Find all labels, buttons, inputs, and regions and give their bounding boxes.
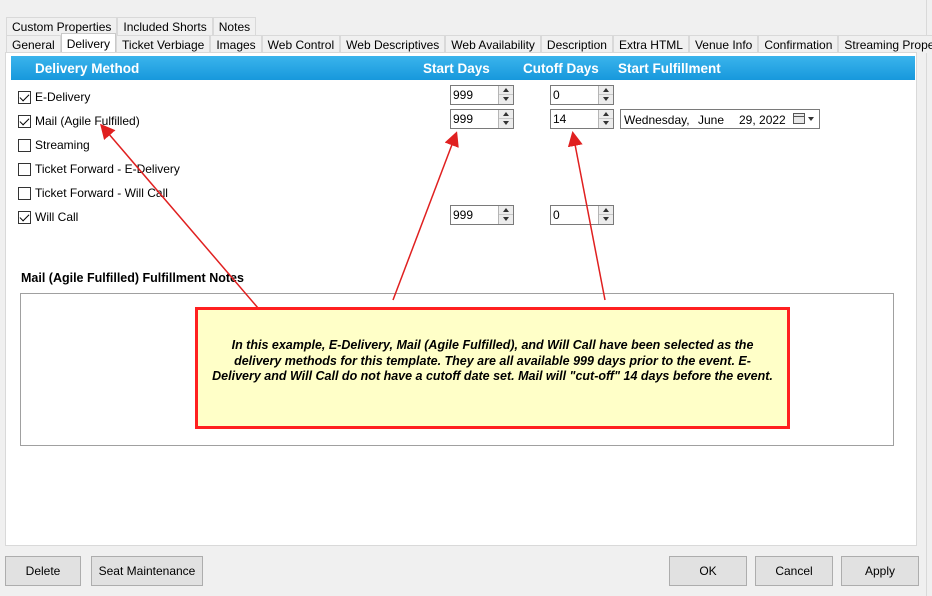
will-call-start-days-stepper[interactable] [450,205,514,225]
spin-up-icon[interactable] [499,206,513,215]
tab-row-primary: General Delivery Ticket Verbiage Images … [6,33,932,53]
header-delivery-method: Delivery Method [35,61,140,76]
method-label: Ticket Forward - E-Delivery [35,162,180,176]
delivery-header-bar: Delivery Method Start Days Cutoff Days S… [11,56,915,80]
spin-down-icon[interactable] [499,119,513,128]
tab-venue-info[interactable]: Venue Info [688,35,759,53]
method-row-streaming[interactable]: Streaming [18,137,90,153]
date-weekday: Wednesday, [624,113,690,127]
date-day-year: 29, 2022 [739,113,786,127]
spin-up-icon[interactable] [499,110,513,119]
spin-down-icon[interactable] [599,95,613,104]
ok-button-label: OK [699,564,717,578]
ticket-forward-e-delivery-checkbox[interactable] [18,162,31,176]
streaming-checkbox[interactable] [18,138,31,152]
ok-button[interactable]: OK [669,556,747,586]
method-row-ticket-forward-will-call[interactable]: Ticket Forward - Will Call [18,185,168,201]
e-delivery-start-days-input[interactable] [451,86,498,104]
e-delivery-cutoff-days-input[interactable] [551,86,598,104]
tab-ticket-verbiage[interactable]: Ticket Verbiage [116,35,211,53]
e-delivery-start-days-stepper[interactable] [450,85,514,105]
chevron-down-icon[interactable] [808,117,814,121]
e-delivery-checkbox[interactable] [18,90,31,104]
date-month: June [698,113,725,127]
calendar-icon[interactable] [793,113,805,124]
method-row-will-call[interactable]: Will Call [18,209,78,225]
tab-extra-html[interactable]: Extra HTML [612,35,689,53]
tab-notes[interactable]: Notes [212,17,257,35]
tab-web-availability[interactable]: Web Availability [445,35,541,53]
fulfillment-notes-title: Mail (Agile Fulfilled) Fulfillment Notes [21,271,244,285]
tab-included-shorts[interactable]: Included Shorts [117,17,213,35]
cancel-button-label: Cancel [775,564,813,578]
method-row-e-delivery[interactable]: E-Delivery [18,89,90,105]
mail-start-days-input[interactable] [451,110,498,128]
header-start-fulfillment: Start Fulfillment [618,61,721,76]
mail-cutoff-days-input[interactable] [551,110,598,128]
window-top-strip [0,0,932,8]
spin-down-icon[interactable] [499,215,513,224]
cancel-button[interactable]: Cancel [755,556,833,586]
mail-start-days-stepper[interactable] [450,109,514,129]
spin-up-icon[interactable] [499,86,513,95]
header-start-days: Start Days [423,61,490,76]
mail-checkbox[interactable] [18,114,31,128]
method-label: Will Call [35,210,79,224]
ticket-forward-will-call-checkbox[interactable] [18,186,31,200]
tab-web-control[interactable]: Web Control [261,35,341,53]
tab-row-secondary: Custom Properties Included Shorts Notes [6,17,257,35]
method-label: Streaming [35,138,90,152]
spin-up-icon[interactable] [599,206,613,215]
spin-up-icon[interactable] [599,86,613,95]
spin-down-icon[interactable] [499,95,513,104]
method-label: Ticket Forward - Will Call [35,186,168,200]
tab-delivery[interactable]: Delivery [60,33,117,52]
method-label: Mail (Agile Fulfilled) [35,114,140,128]
window-right-edge [926,0,932,596]
explanation-callout: In this example, E-Delivery, Mail (Agile… [195,307,790,429]
tab-confirmation[interactable]: Confirmation [758,35,839,53]
tab-web-descriptives[interactable]: Web Descriptives [340,35,446,53]
tab-general[interactable]: General [6,35,61,53]
apply-button[interactable]: Apply [841,556,919,586]
delete-button-label: Delete [25,564,61,578]
spin-down-icon[interactable] [599,215,613,224]
method-row-ticket-forward-e-delivery[interactable]: Ticket Forward - E-Delivery [18,161,180,177]
tab-description[interactable]: Description [540,35,613,53]
tab-streaming-properties[interactable]: Streaming Properties [838,35,932,53]
will-call-cutoff-days-input[interactable] [551,206,598,224]
method-row-mail[interactable]: Mail (Agile Fulfilled) [18,113,140,129]
method-label: E-Delivery [35,90,91,104]
spin-up-icon[interactable] [599,110,613,119]
will-call-start-days-input[interactable] [451,206,498,224]
start-fulfillment-date-picker[interactable]: Wednesday, June 29, 2022 [620,109,820,129]
mail-cutoff-days-stepper[interactable] [550,109,614,129]
will-call-checkbox[interactable] [18,210,31,224]
seat-maintenance-label: Seat Maintenance [98,564,196,578]
e-delivery-cutoff-days-stepper[interactable] [550,85,614,105]
delete-button[interactable]: Delete [5,556,81,586]
tab-images[interactable]: Images [210,35,262,53]
apply-button-label: Apply [864,564,896,578]
seat-maintenance-button[interactable]: Seat Maintenance [91,556,203,586]
spin-down-icon[interactable] [599,119,613,128]
header-cutoff-days: Cutoff Days [523,61,599,76]
delivery-panel: Delivery Method Start Days Cutoff Days S… [5,52,917,546]
will-call-cutoff-days-stepper[interactable] [550,205,614,225]
